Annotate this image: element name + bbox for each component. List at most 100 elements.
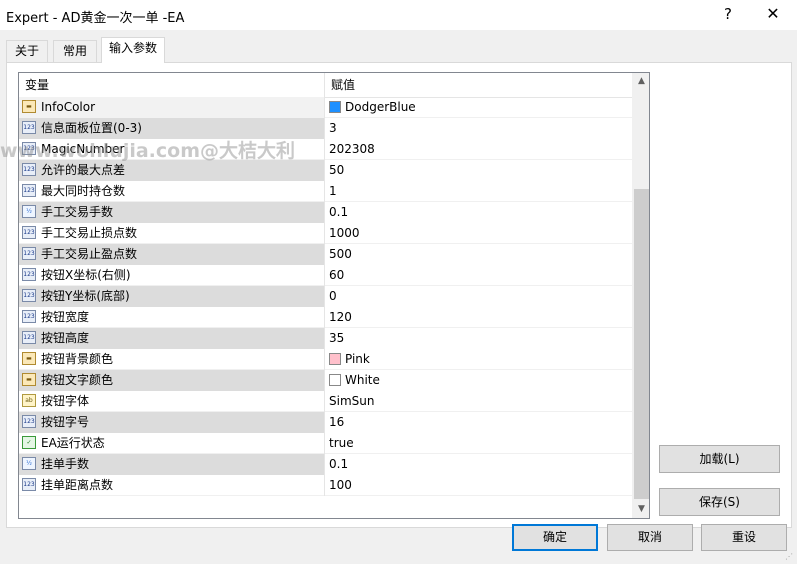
int-param-icon: 123 (22, 226, 36, 239)
parameter-value-cell[interactable]: White (324, 370, 632, 391)
parameter-name: 信息面板位置(0-3) (41, 121, 142, 135)
parameter-value: Pink (345, 352, 370, 366)
vertical-scrollbar[interactable]: ▲ ▼ (632, 73, 649, 518)
parameter-name: 按钮宽度 (41, 310, 90, 324)
cancel-button[interactable]: 取消 (607, 524, 693, 551)
parameter-value-cell[interactable]: 500 (324, 244, 632, 265)
parameter-value-cell[interactable]: 1000 (324, 223, 632, 244)
parameter-value-cell[interactable]: DodgerBlue (324, 97, 632, 118)
parameter-value-cell[interactable]: 3 (324, 118, 632, 139)
close-button[interactable]: ✕ (756, 3, 790, 27)
parameter-value: 16 (329, 415, 345, 429)
reset-button[interactable]: 重设 (701, 524, 787, 551)
scrollbar-thumb[interactable] (634, 189, 649, 499)
parameter-name: 按钮字体 (41, 394, 90, 408)
parameter-value: 0.1 (329, 457, 349, 471)
int-param-icon: 123 (22, 163, 36, 176)
ok-button[interactable]: 确定 (512, 524, 598, 551)
parameter-row[interactable]: 123 按钮X坐标(右侧) 60 (19, 265, 632, 286)
parameter-row[interactable]: 123 最大同时持仓数 1 (19, 181, 632, 202)
parameter-value: 35 (329, 331, 345, 345)
parameter-value: White (345, 373, 380, 387)
resize-grip-icon[interactable]: ⋰ (785, 552, 795, 562)
parameter-value: 0 (329, 289, 337, 303)
color-param-icon: ▬ (22, 100, 36, 113)
int-param-icon: 123 (22, 184, 36, 197)
int-param-icon: 123 (22, 289, 36, 302)
parameter-name-cell: 123 按钮高度 (19, 328, 324, 349)
scroll-down-arrow-icon[interactable]: ▼ (633, 501, 649, 518)
parameter-row[interactable]: ▬ InfoColor DodgerBlue (19, 97, 632, 118)
parameter-row[interactable]: ▬ 按钮文字颜色 White (19, 370, 632, 391)
double-param-icon: ½ (22, 205, 36, 218)
parameter-name: 按钮文字颜色 (41, 373, 114, 387)
parameter-row[interactable]: ½ 挂单手数 0.1 (19, 454, 632, 475)
parameter-name-cell: 123 手工交易止损点数 (19, 223, 324, 244)
parameter-value: 1 (329, 184, 337, 198)
parameter-row[interactable]: ▬ 按钮背景颜色 Pink (19, 349, 632, 370)
column-header-variable[interactable]: 变量 (19, 73, 49, 97)
parameter-row[interactable]: 123 手工交易止损点数 1000 (19, 223, 632, 244)
parameter-value-cell[interactable]: 35 (324, 328, 632, 349)
parameter-name: 手工交易手数 (41, 205, 114, 219)
parameter-value-cell[interactable]: 0 (324, 286, 632, 307)
parameter-row[interactable]: 123 按钮字号 16 (19, 412, 632, 433)
int-param-icon: 123 (22, 121, 36, 134)
tab-inputs[interactable]: 输入参数 (101, 37, 165, 63)
string-param-icon: ab (22, 394, 36, 407)
parameter-value-cell[interactable]: SimSun (324, 391, 632, 412)
parameter-value: 500 (329, 247, 352, 261)
parameter-name-cell: ✓ EA运行状态 (19, 433, 324, 454)
parameter-value-cell[interactable]: 120 (324, 307, 632, 328)
parameter-value-cell[interactable]: 60 (324, 265, 632, 286)
parameter-value-cell[interactable]: 1 (324, 181, 632, 202)
parameter-name: InfoColor (41, 100, 96, 114)
window-title: Expert - AD黄金一次一单 -EA (6, 11, 185, 26)
int-param-icon: 123 (22, 415, 36, 428)
parameter-value-cell[interactable]: true (324, 433, 632, 454)
load-button[interactable]: 加载(L) (659, 445, 780, 473)
grid-header: 变量 赋值 (19, 73, 632, 98)
save-button[interactable]: 保存(S) (659, 488, 780, 516)
help-button[interactable]: ? (712, 3, 744, 27)
tab-common[interactable]: 常用 (53, 40, 97, 62)
int-param-icon: 123 (22, 331, 36, 344)
parameter-row[interactable]: ½ 手工交易手数 0.1 (19, 202, 632, 223)
parameter-value: 100 (329, 478, 352, 492)
parameter-name-cell: 123 按钮宽度 (19, 307, 324, 328)
parameter-row[interactable]: 123 挂单距离点数 100 (19, 475, 632, 496)
parameter-row[interactable]: 123 按钮宽度 120 (19, 307, 632, 328)
parameter-row[interactable]: 123 按钮高度 35 (19, 328, 632, 349)
parameter-value-cell[interactable]: Pink (324, 349, 632, 370)
color-swatch (329, 353, 341, 365)
int-param-icon: 123 (22, 268, 36, 281)
scroll-up-arrow-icon[interactable]: ▲ (633, 73, 649, 90)
parameter-name: 挂单距离点数 (41, 478, 114, 492)
parameter-name-cell: 123 手工交易止盈点数 (19, 244, 324, 265)
parameter-name: 按钮高度 (41, 331, 90, 345)
parameter-value-cell[interactable]: 0.1 (324, 454, 632, 475)
tab-about[interactable]: 关于 (6, 40, 48, 62)
parameter-name: 手工交易止损点数 (41, 226, 138, 240)
parameter-value: SimSun (329, 394, 375, 408)
parameter-row[interactable]: 123 信息面板位置(0-3) 3 (19, 118, 632, 139)
parameter-value: 3 (329, 121, 337, 135)
title-bar: Expert - AD黄金一次一单 -EA ? ✕ (0, 0, 797, 30)
parameter-value: 60 (329, 268, 345, 282)
parameter-value-cell[interactable]: 202308 (324, 139, 632, 160)
parameter-value-cell[interactable]: 50 (324, 160, 632, 181)
parameter-row[interactable]: 123 手工交易止盈点数 500 (19, 244, 632, 265)
parameter-value-cell[interactable]: 0.1 (324, 202, 632, 223)
parameter-value: 202308 (329, 142, 375, 156)
double-param-icon: ½ (22, 457, 36, 470)
parameter-row[interactable]: ab 按钮字体 SimSun (19, 391, 632, 412)
column-header-value[interactable]: 赋值 (325, 73, 355, 97)
parameter-name: EA运行状态 (41, 436, 105, 450)
parameter-name: 最大同时持仓数 (41, 184, 126, 198)
parameter-value-cell[interactable]: 16 (324, 412, 632, 433)
parameter-value: DodgerBlue (345, 100, 416, 114)
parameter-row[interactable]: ✓ EA运行状态 true (19, 433, 632, 454)
parameter-value-cell[interactable]: 100 (324, 475, 632, 496)
parameter-row[interactable]: 123 按钮Y坐标(底部) 0 (19, 286, 632, 307)
parameter-name: 挂单手数 (41, 457, 90, 471)
